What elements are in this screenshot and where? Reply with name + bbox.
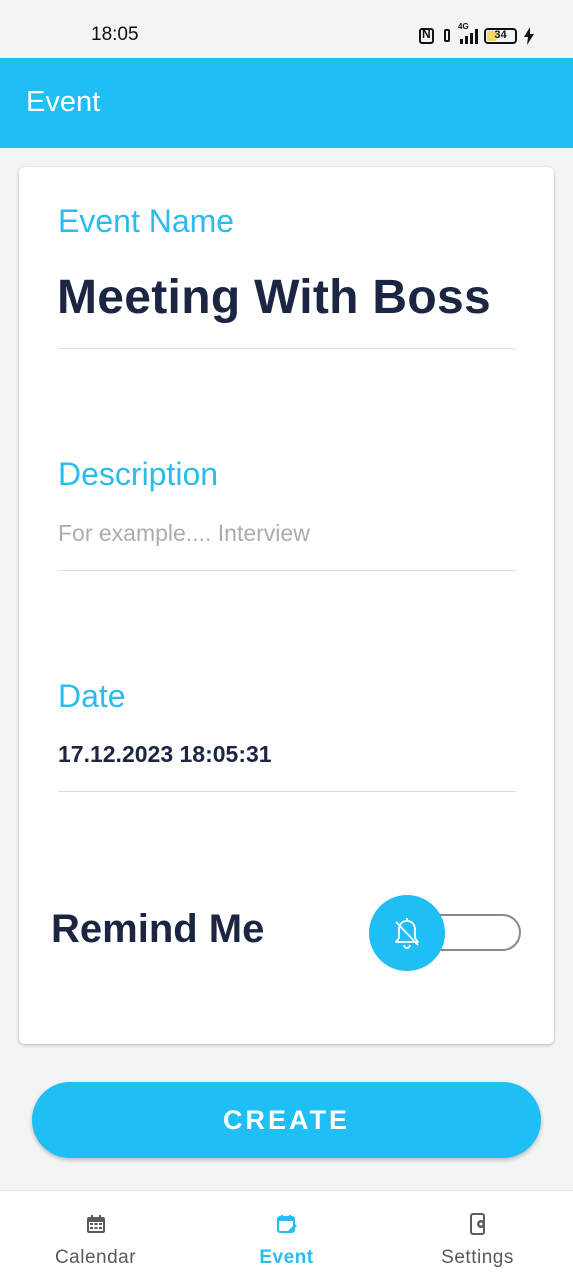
description-underline [58, 570, 516, 571]
remind-toggle[interactable] [369, 895, 445, 971]
nav-item-settings[interactable]: Settings [382, 1191, 573, 1281]
status-bar: 18:05 4G 34 [0, 0, 573, 58]
nfc-icon [419, 27, 434, 44]
status-icons: 4G 34 [419, 22, 535, 46]
event-name-underline [58, 348, 516, 349]
date-input[interactable]: 17.12.2023 18:05:31 [58, 741, 272, 768]
vibrate-icon [440, 28, 454, 44]
signal-icon: 4G [458, 22, 478, 44]
calendar-icon [86, 1215, 105, 1233]
charging-bolt-icon [524, 27, 534, 45]
phone-settings-icon [469, 1213, 485, 1235]
create-button[interactable]: CREATE [32, 1082, 541, 1158]
remind-me-label: Remind Me [51, 907, 265, 951]
description-input[interactable]: For example.... Interview [58, 520, 310, 547]
status-time: 18:05 [91, 24, 139, 45]
battery-icon: 34 [484, 28, 517, 44]
bell-off-icon [395, 918, 419, 949]
description-label: Description [58, 456, 219, 492]
battery-level: 34 [494, 29, 507, 41]
event-form-card: Event Name Meeting With Boss Description… [19, 167, 554, 1044]
event-name-input[interactable]: Meeting With Boss [57, 270, 491, 325]
date-label: Date [58, 678, 126, 714]
nav-label-settings: Settings [441, 1247, 514, 1268]
calendar-edit-icon [276, 1215, 297, 1233]
nav-label-calendar: Calendar [54, 1247, 137, 1268]
nav-label-event: Event [259, 1247, 314, 1268]
event-name-label: Event Name [58, 203, 235, 239]
nav-item-event[interactable]: Event [191, 1191, 382, 1281]
bottom-nav: Calendar Event Settings [0, 1190, 573, 1281]
date-underline [58, 791, 516, 792]
app-bar: Event [0, 58, 573, 148]
nav-item-calendar[interactable]: Calendar [0, 1191, 191, 1281]
network-type: 4G [458, 22, 469, 31]
page-title: Event [26, 86, 101, 118]
